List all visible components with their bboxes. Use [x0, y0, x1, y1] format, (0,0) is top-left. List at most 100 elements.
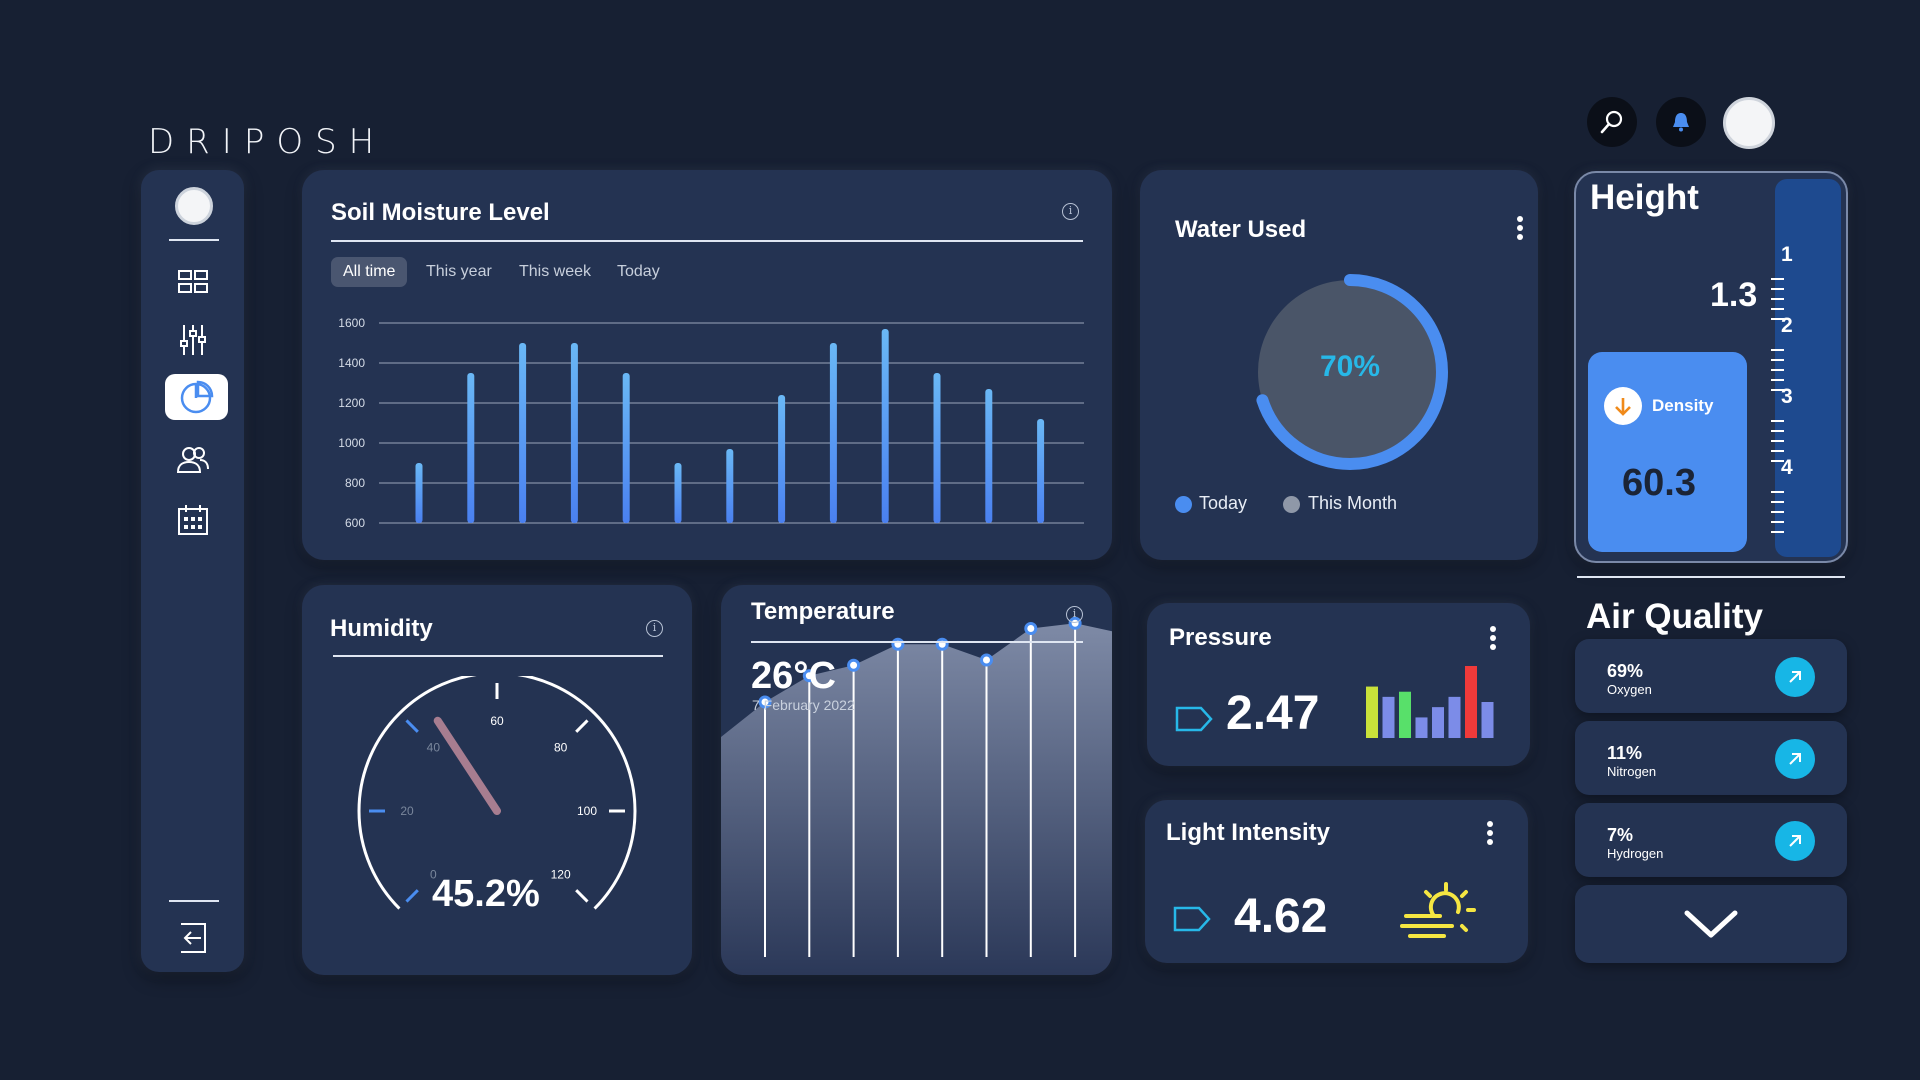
- bar: [881, 329, 889, 523]
- title-divider: [333, 655, 663, 657]
- pie-chart-icon: [180, 380, 213, 414]
- pressure-value: 2.47: [1226, 687, 1320, 740]
- sidebar: [141, 170, 244, 972]
- gauge-tick: [575, 719, 589, 733]
- title-divider: [751, 641, 1083, 643]
- search-button[interactable]: [1587, 97, 1637, 147]
- pressure-bar: [1415, 717, 1428, 738]
- tab-today[interactable]: Today: [605, 257, 672, 287]
- temperature-card: [721, 585, 1112, 975]
- search-icon: [1600, 110, 1623, 134]
- legend-this-month: This Month: [1308, 493, 1398, 513]
- ruler-label: 3: [1781, 385, 1793, 408]
- calendar-icon: [177, 505, 208, 535]
- expand-button[interactable]: [1575, 885, 1847, 963]
- pressure-bar: [1382, 696, 1395, 738]
- bar: [726, 449, 734, 523]
- pressure-bar: [1366, 686, 1378, 738]
- tab-this-year[interactable]: This year: [414, 257, 504, 287]
- dashboard-icon: [177, 270, 208, 293]
- bar: [622, 373, 630, 523]
- air-item-oxygen[interactable]: 69% Oxygen: [1575, 639, 1847, 713]
- density-badge: [1604, 387, 1642, 425]
- arrow-up-right-icon: [1789, 753, 1801, 765]
- sidebar-divider: [169, 239, 219, 241]
- height-ruler: 1 2 3 4: [1771, 245, 1793, 533]
- legend-today-dot: [1175, 496, 1192, 513]
- air-item-hydrogen[interactable]: 7% Hydrogen: [1575, 803, 1847, 877]
- sidebar-item-controls[interactable]: [141, 317, 244, 363]
- users-icon: [176, 447, 209, 473]
- temperature-value: 26°C: [751, 655, 836, 697]
- temperature-title: Temperature: [751, 598, 895, 625]
- sun-haze-icon: [1400, 882, 1476, 938]
- gauge-tick-label: 40: [427, 740, 441, 754]
- logout-button[interactable]: [141, 915, 244, 961]
- temperature-point: [980, 653, 993, 667]
- sidebar-item-calendar[interactable]: [141, 497, 244, 543]
- water-menu-button[interactable]: [1516, 216, 1524, 242]
- open-detail-button[interactable]: [1775, 657, 1815, 697]
- pressure-bar: [1481, 702, 1494, 738]
- pressure-bar: [1399, 691, 1411, 738]
- y-tick-label: 1600: [338, 316, 365, 330]
- humidity-value: 45.2%: [432, 873, 540, 915]
- y-tick-label: 1200: [338, 396, 365, 410]
- chevron-down-icon: [1684, 910, 1738, 938]
- sidebar-item-users[interactable]: [141, 437, 244, 483]
- temperature-point: [1024, 622, 1038, 635]
- soil-moisture-title: Soil Moisture Level: [331, 199, 550, 226]
- bar: [933, 373, 941, 523]
- open-detail-button[interactable]: [1775, 821, 1815, 861]
- sidebar-item-dashboard[interactable]: [141, 259, 244, 305]
- user-avatar[interactable]: [1723, 97, 1775, 149]
- info-icon[interactable]: i: [1066, 606, 1083, 623]
- legend-today: Today: [1199, 493, 1248, 513]
- sidebar-item-analytics[interactable]: [165, 374, 228, 420]
- bar: [1037, 419, 1045, 523]
- arrow-up-right-icon: [1789, 671, 1801, 683]
- temperature-date: 7 February 2022: [752, 697, 855, 713]
- gauge-tick-label: 120: [551, 868, 571, 882]
- tab-this-week[interactable]: This week: [507, 257, 603, 287]
- gauge-tick: [405, 889, 419, 903]
- gauge-tick-label: 80: [554, 740, 568, 754]
- sidebar-avatar[interactable]: [175, 187, 213, 225]
- y-tick-label: 800: [345, 476, 365, 490]
- legend-month-dot: [1283, 496, 1300, 513]
- light-value: 4.62: [1234, 890, 1328, 943]
- tab-all-time[interactable]: All time: [331, 257, 408, 287]
- open-detail-button[interactable]: [1775, 739, 1815, 779]
- ruler-label: 1: [1781, 245, 1793, 266]
- info-icon[interactable]: i: [1062, 203, 1079, 220]
- gauge-tick: [575, 889, 589, 903]
- bell-icon: [1673, 113, 1689, 132]
- tag-icon: [1175, 706, 1213, 732]
- arrow-down-icon: [1615, 398, 1631, 416]
- title-divider: [331, 240, 1083, 242]
- ruler-label: 4: [1781, 456, 1793, 479]
- logout-icon: [180, 923, 206, 953]
- air-name: Oxygen: [1607, 682, 1652, 697]
- air-percent: 69%: [1607, 661, 1644, 681]
- ruler-label: 2: [1781, 314, 1793, 337]
- pressure-bar-chart: [1366, 666, 1494, 738]
- air-name: Hydrogen: [1607, 846, 1664, 861]
- y-tick-label: 600: [345, 516, 365, 530]
- light-menu-button[interactable]: [1486, 821, 1494, 847]
- tag-icon: [1173, 906, 1211, 932]
- pressure-bar: [1448, 696, 1461, 738]
- water-used-title: Water Used: [1175, 216, 1307, 243]
- bar: [778, 395, 786, 523]
- pressure-menu-button[interactable]: [1489, 626, 1497, 652]
- sliders-icon: [179, 325, 206, 355]
- notifications-button[interactable]: [1656, 97, 1706, 147]
- info-icon[interactable]: i: [646, 620, 663, 637]
- bar: [467, 373, 475, 523]
- sidebar-bottom-divider: [169, 900, 219, 902]
- humidity-title: Humidity: [330, 615, 433, 642]
- air-item-nitrogen[interactable]: 11% Nitrogen: [1575, 721, 1847, 795]
- height-title: Height: [1590, 178, 1699, 217]
- density-panel: [1588, 352, 1747, 552]
- height-value: 1.3: [1710, 276, 1758, 314]
